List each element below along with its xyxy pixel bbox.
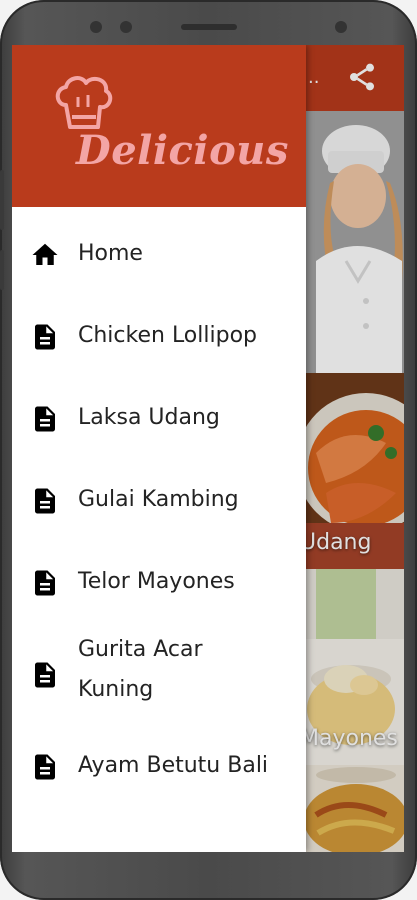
drawer-item-chicken-lollipop[interactable]: Chicken Lollipop [12,299,306,381]
earpiece-speaker [180,24,237,30]
app-screen: .. Udang Mayones Delicious Home Chicken … [12,45,404,852]
power-button [0,250,4,290]
drawer-item-laksa-udang[interactable]: Laksa Udang [12,381,306,463]
drawer-item-telor-mayones[interactable]: Telor Mayones [12,545,306,627]
home-icon [32,243,58,265]
drawer-item-label: Laksa Udang [78,405,220,430]
front-camera [335,21,347,33]
drawer-item-ayam-betutu-bali[interactable]: Ayam Betutu Bali [12,729,306,811]
chef-hat-icon [55,76,113,129]
front-sensor [120,21,132,33]
drawer-item-home[interactable]: Home [12,217,306,299]
navigation-drawer: Delicious Home Chicken Lollipop Laksa Ud… [12,45,306,852]
front-sensor [90,21,102,33]
document-icon [35,324,55,350]
document-icon [35,662,55,688]
drawer-item-label: Chicken Lollipop [78,323,257,348]
phone-top-bar [30,14,387,40]
drawer-item-label: Telor Mayones [78,569,235,594]
drawer-header: Delicious [12,45,306,207]
document-icon [35,488,55,514]
document-icon [35,406,55,432]
document-icon [35,570,55,596]
drawer-menu: Home Chicken Lollipop Laksa Udang Gulai … [12,217,306,811]
drawer-item-label: Home [78,241,143,266]
app-logo-text: Delicious [76,127,289,174]
drawer-item-label: Gulai Kambing [78,487,239,512]
drawer-item-label: Gurita Acar Kuning [78,637,203,702]
stage: .. Udang Mayones Delicious Home Chicken … [0,0,417,900]
drawer-item-label: Ayam Betutu Bali [78,753,269,778]
volume-button [0,170,4,230]
document-icon [35,754,55,780]
drawer-item-gurita-acar-kuning[interactable]: Gurita Acar Kuning [12,627,306,729]
drawer-item-gulai-kambing[interactable]: Gulai Kambing [12,463,306,545]
